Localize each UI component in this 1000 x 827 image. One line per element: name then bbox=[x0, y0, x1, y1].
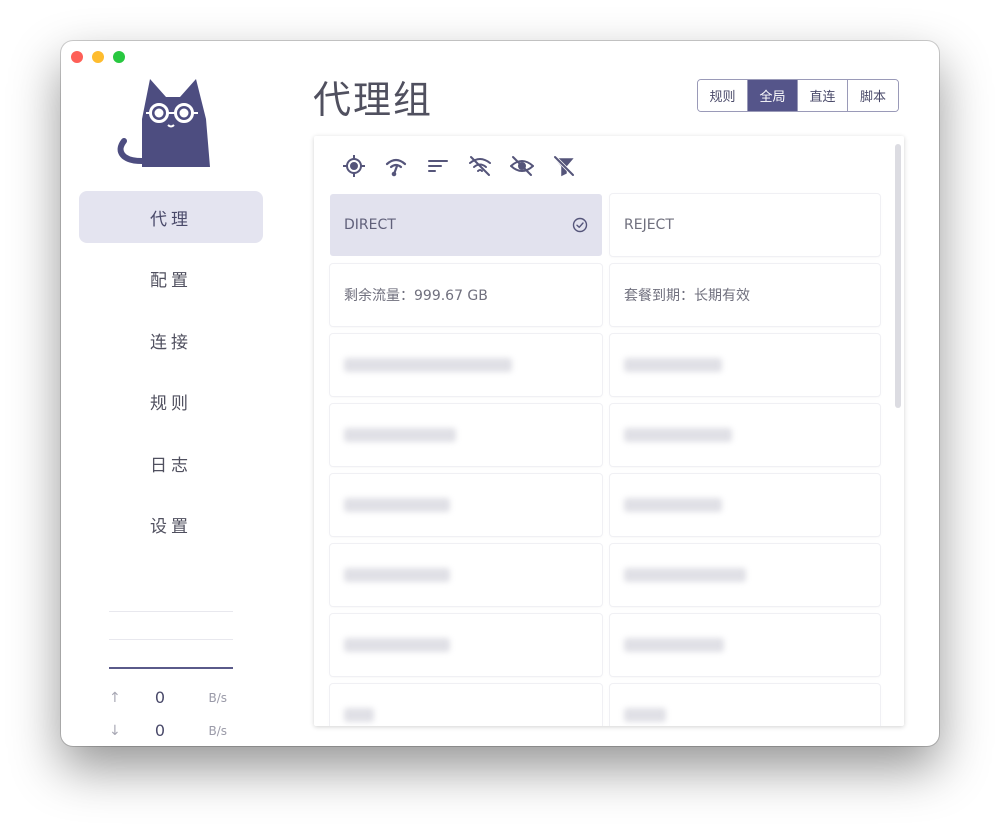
sidebar-item-settings[interactable]: 设置 bbox=[79, 499, 263, 551]
upload-speed: ↑ 0 B/s bbox=[109, 681, 233, 714]
expiry-info-card: 套餐到期：长期有效 bbox=[610, 264, 880, 326]
traffic-info-card: 剩余流量：999.67 GB bbox=[330, 264, 602, 326]
redacted-text bbox=[344, 428, 456, 442]
upload-unit: B/s bbox=[208, 690, 227, 705]
sidebar-item-connections[interactable]: 连接 bbox=[79, 314, 263, 366]
arrow-up-icon: ↑ bbox=[109, 689, 121, 706]
proxy-card-redacted[interactable] bbox=[610, 474, 880, 536]
hide-unavailable-icon[interactable] bbox=[468, 154, 492, 178]
traffic-monitor: ↑ 0 B/s ↓ 0 B/s bbox=[109, 611, 233, 746]
proxy-name: DIRECT bbox=[344, 217, 396, 233]
arrow-down-icon: ↓ bbox=[109, 722, 121, 739]
proxy-card-redacted[interactable] bbox=[330, 614, 602, 676]
download-speed: ↓ 0 B/s bbox=[109, 714, 233, 746]
redacted-text bbox=[344, 358, 512, 372]
mode-script-button[interactable]: 脚本 bbox=[848, 80, 898, 111]
redacted-text bbox=[624, 358, 722, 372]
filter-off-icon[interactable] bbox=[552, 154, 576, 178]
redacted-text bbox=[344, 708, 374, 722]
divider bbox=[109, 639, 233, 640]
remaining-traffic: 剩余流量：999.67 GB bbox=[344, 288, 488, 304]
redacted-text bbox=[624, 638, 724, 652]
proxy-card-redacted[interactable] bbox=[610, 404, 880, 466]
redacted-text bbox=[624, 568, 746, 582]
redacted-text bbox=[624, 498, 722, 512]
download-value: 0 bbox=[154, 721, 166, 740]
redacted-text bbox=[624, 428, 732, 442]
sidebar: 代理 配置 连接 规则 日志 设置 ↑ 0 B/s ↓ 0 B/s bbox=[61, 41, 281, 746]
proxy-grid: DIRECT REJECT 剩余流量：999.67 GB 套餐到期：长期有效 bbox=[330, 194, 880, 726]
sidebar-item-proxy[interactable]: 代理 bbox=[79, 191, 263, 243]
mode-direct-button[interactable]: 直连 bbox=[798, 80, 848, 111]
redacted-text bbox=[344, 638, 450, 652]
sidebar-item-logs[interactable]: 日志 bbox=[79, 437, 263, 489]
divider bbox=[109, 611, 233, 612]
sort-icon[interactable] bbox=[426, 154, 450, 178]
proxy-card-redacted[interactable] bbox=[610, 334, 880, 396]
latency-test-icon[interactable] bbox=[384, 154, 408, 178]
proxy-card-redacted[interactable] bbox=[610, 684, 880, 726]
proxy-panel: DIRECT REJECT 剩余流量：999.67 GB 套餐到期：长期有效 bbox=[314, 136, 904, 726]
proxy-card-direct[interactable]: DIRECT bbox=[330, 194, 602, 256]
upload-value: 0 bbox=[154, 688, 166, 707]
divider bbox=[109, 667, 233, 669]
mode-global-button[interactable]: 全局 bbox=[748, 80, 798, 111]
proxy-card-redacted[interactable] bbox=[610, 544, 880, 606]
mode-rule-button[interactable]: 规则 bbox=[698, 80, 748, 111]
proxy-card-redacted[interactable] bbox=[330, 404, 602, 466]
locate-icon[interactable] bbox=[342, 154, 366, 178]
proxy-card-reject[interactable]: REJECT bbox=[610, 194, 880, 256]
scrollbar[interactable] bbox=[895, 144, 901, 408]
proxy-card-redacted[interactable] bbox=[330, 474, 602, 536]
mode-switch: 规则 全局 直连 脚本 bbox=[697, 79, 899, 112]
page-title: 代理组 bbox=[313, 78, 434, 122]
redacted-text bbox=[624, 708, 666, 722]
sidebar-nav: 代理 配置 连接 规则 日志 设置 bbox=[79, 191, 263, 560]
proxy-toolbar bbox=[342, 154, 576, 178]
redacted-text bbox=[344, 498, 450, 512]
proxy-name: REJECT bbox=[624, 217, 674, 233]
sidebar-item-rules[interactable]: 规则 bbox=[79, 376, 263, 428]
hide-eye-icon[interactable] bbox=[509, 154, 535, 178]
plan-expiry: 套餐到期：长期有效 bbox=[624, 288, 750, 304]
proxy-card-redacted[interactable] bbox=[330, 684, 602, 726]
download-unit: B/s bbox=[208, 723, 227, 738]
proxy-card-redacted[interactable] bbox=[610, 614, 880, 676]
redacted-text bbox=[344, 568, 450, 582]
app-window: 代理 配置 连接 规则 日志 设置 ↑ 0 B/s ↓ 0 B/s 代理组 规则 bbox=[61, 41, 939, 746]
proxy-card-redacted[interactable] bbox=[330, 334, 602, 396]
sidebar-item-profiles[interactable]: 配置 bbox=[79, 253, 263, 305]
check-circle-icon bbox=[572, 217, 588, 233]
proxy-card-redacted[interactable] bbox=[330, 544, 602, 606]
cat-logo bbox=[117, 79, 210, 167]
